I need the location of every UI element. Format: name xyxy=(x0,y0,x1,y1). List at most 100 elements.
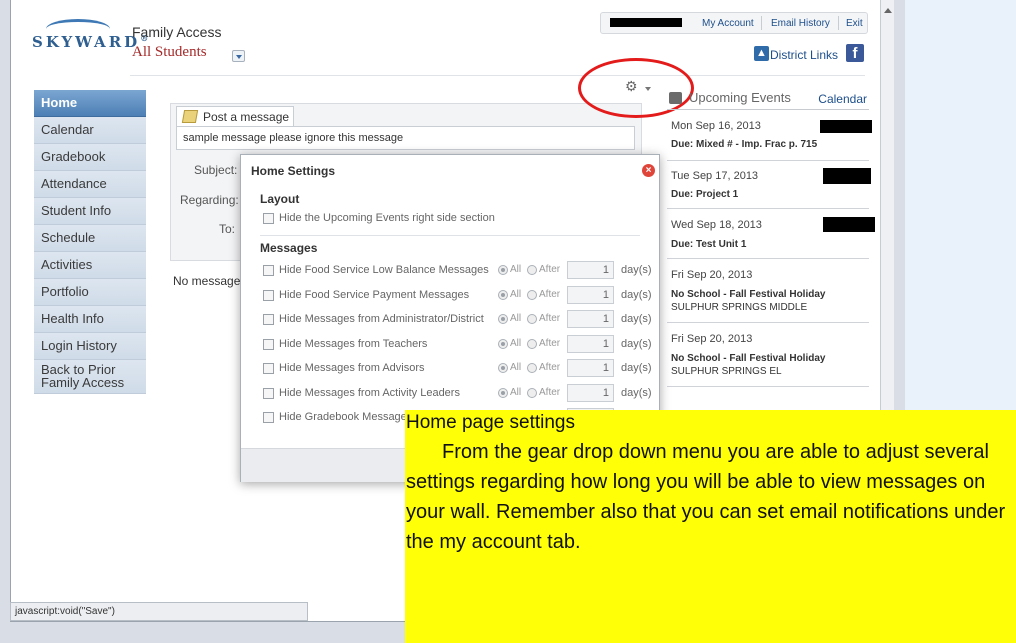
facebook-icon[interactable]: f xyxy=(846,44,864,62)
subject-label: Subject: xyxy=(194,163,238,177)
events-title: Upcoming Events xyxy=(689,90,791,105)
regarding-label: Regarding: xyxy=(180,193,239,207)
sidebar-item-portfolio[interactable]: Portfolio xyxy=(34,279,146,306)
sidebar-item-login-history[interactable]: Login History xyxy=(34,333,146,360)
events-header: Upcoming Events Calendar xyxy=(667,90,869,110)
chevron-down-icon[interactable] xyxy=(232,50,245,62)
hide-events-checkbox[interactable] xyxy=(263,213,274,224)
event-date: Mon Sep 16, 2013 xyxy=(671,120,761,132)
setting-checkbox[interactable] xyxy=(263,290,274,301)
message-input[interactable]: sample message please ignore this messag… xyxy=(176,126,635,150)
setting-label: Hide Messages from Teachers xyxy=(279,338,428,350)
message-setting-row: Hide Food Service Payment Messages All A… xyxy=(263,286,652,306)
all-radio[interactable] xyxy=(498,363,508,373)
after-radio[interactable] xyxy=(527,388,537,398)
toolbar-separator xyxy=(838,16,839,30)
days-label: day(s) xyxy=(621,264,652,276)
setting-checkbox[interactable] xyxy=(263,314,274,325)
sidebar-item-schedule[interactable]: Schedule xyxy=(34,225,146,252)
caption-note: Home page settings From the gear drop do… xyxy=(405,410,1016,643)
all-label: All xyxy=(510,362,522,373)
district-links[interactable]: District Links xyxy=(770,48,838,62)
to-label: To: xyxy=(219,222,236,236)
browser-status-bar: javascript:void("Save") xyxy=(10,602,308,621)
days-input[interactable]: 1 xyxy=(567,286,614,304)
days-input[interactable]: 1 xyxy=(567,384,614,402)
after-radio[interactable] xyxy=(527,339,537,349)
event-location: SULPHUR SPRINGS MIDDLE xyxy=(671,302,808,313)
after-label: After xyxy=(539,387,561,398)
setting-label: Hide Messages from Activity Leaders xyxy=(279,387,460,399)
after-radio[interactable] xyxy=(527,265,537,275)
event-date: Fri Sep 20, 2013 xyxy=(671,333,753,345)
after-radio[interactable] xyxy=(527,314,537,324)
redacted-student xyxy=(820,120,872,133)
sidebar-item-student-info[interactable]: Student Info xyxy=(34,198,146,225)
sidebar-item-home[interactable]: Home xyxy=(34,90,146,117)
students-selector[interactable]: All Students xyxy=(132,44,207,61)
message-setting-row: Hide Messages from Administrator/Distric… xyxy=(263,310,652,330)
all-radio[interactable] xyxy=(498,388,508,398)
event-location: SULPHUR SPRINGS EL xyxy=(671,366,782,377)
calendar-link[interactable]: Calendar xyxy=(818,92,867,106)
sidebar-item-calendar[interactable]: Calendar xyxy=(34,117,146,144)
post-message-tab[interactable]: Post a message xyxy=(176,106,294,126)
setting-checkbox[interactable] xyxy=(263,339,274,350)
event-item[interactable]: Wed Sep 18, 2013 Due: Test Unit 1 xyxy=(667,209,875,259)
all-radio[interactable] xyxy=(498,314,508,324)
sidebar-item-attendance[interactable]: Attendance xyxy=(34,171,146,198)
close-icon[interactable]: × xyxy=(642,164,655,177)
event-item[interactable]: Mon Sep 16, 2013 Due: Mixed # - Imp. Fra… xyxy=(667,111,872,161)
setting-checkbox[interactable] xyxy=(263,388,274,399)
exit-link[interactable]: Exit xyxy=(846,18,863,29)
after-label: After xyxy=(539,289,561,300)
logo-swirl-icon xyxy=(46,19,110,39)
all-radio[interactable] xyxy=(498,265,508,275)
after-label: After xyxy=(539,313,561,324)
toolbar-separator xyxy=(761,16,762,30)
days-input[interactable]: 1 xyxy=(567,359,614,377)
after-radio[interactable] xyxy=(527,363,537,373)
setting-checkbox[interactable] xyxy=(263,363,274,374)
skyward-logo: SKYWARD® xyxy=(32,19,148,51)
days-input[interactable]: 1 xyxy=(567,335,614,353)
event-item[interactable]: Tue Sep 17, 2013 Due: Project 1 xyxy=(667,161,871,209)
sidebar-item-gradebook[interactable]: Gradebook xyxy=(34,144,146,171)
all-label: All xyxy=(510,313,522,324)
after-label: After xyxy=(539,338,561,349)
setting-checkbox[interactable] xyxy=(263,412,274,423)
caption-body: From the gear drop down menu you are abl… xyxy=(406,441,1006,553)
message-setting-row: Hide Messages from Teachers All After 1 … xyxy=(263,335,652,355)
sidebar-item-activities[interactable]: Activities xyxy=(34,252,146,279)
event-item[interactable]: Fri Sep 20, 2013 No School - Fall Festiv… xyxy=(667,323,869,387)
setting-label: Hide Gradebook Messages xyxy=(279,411,413,423)
days-label: day(s) xyxy=(621,313,652,325)
days-input[interactable]: 1 xyxy=(567,310,614,328)
event-title: Due: Test Unit 1 xyxy=(671,239,747,250)
setting-checkbox[interactable] xyxy=(263,265,274,276)
event-date: Tue Sep 17, 2013 xyxy=(671,170,759,182)
event-item[interactable]: Fri Sep 20, 2013 No School - Fall Festiv… xyxy=(667,259,869,323)
district-building-icon[interactable]: ▲ xyxy=(754,46,769,61)
days-input[interactable]: 1 xyxy=(567,261,614,279)
setting-label: Hide Food Service Low Balance Messages xyxy=(279,264,489,276)
sidebar-nav: Home Calendar Gradebook Attendance Stude… xyxy=(34,90,146,394)
after-radio[interactable] xyxy=(527,290,537,300)
days-label: day(s) xyxy=(621,289,652,301)
event-title: Due: Project 1 xyxy=(671,189,739,200)
setting-label: Hide Food Service Payment Messages xyxy=(279,289,470,301)
after-label: After xyxy=(539,264,561,275)
hide-events-label: Hide the Upcoming Events right side sect… xyxy=(279,212,495,224)
caption-title: Home page settings xyxy=(406,412,575,433)
sidebar-item-health-info[interactable]: Health Info xyxy=(34,306,146,333)
my-account-link[interactable]: My Account xyxy=(702,18,754,29)
message-setting-row: Hide Messages from Advisors All After 1 … xyxy=(263,359,652,379)
event-title: No School - Fall Festival Holiday xyxy=(671,289,826,300)
all-radio[interactable] xyxy=(498,339,508,349)
sidebar-item-back-to-prior[interactable]: Back to Prior Family Access xyxy=(34,360,146,394)
email-history-link[interactable]: Email History xyxy=(771,18,830,29)
app-title: Family Access xyxy=(132,24,222,40)
scroll-up-arrow-icon[interactable] xyxy=(884,8,892,13)
all-radio[interactable] xyxy=(498,290,508,300)
pencil-icon xyxy=(181,110,199,123)
